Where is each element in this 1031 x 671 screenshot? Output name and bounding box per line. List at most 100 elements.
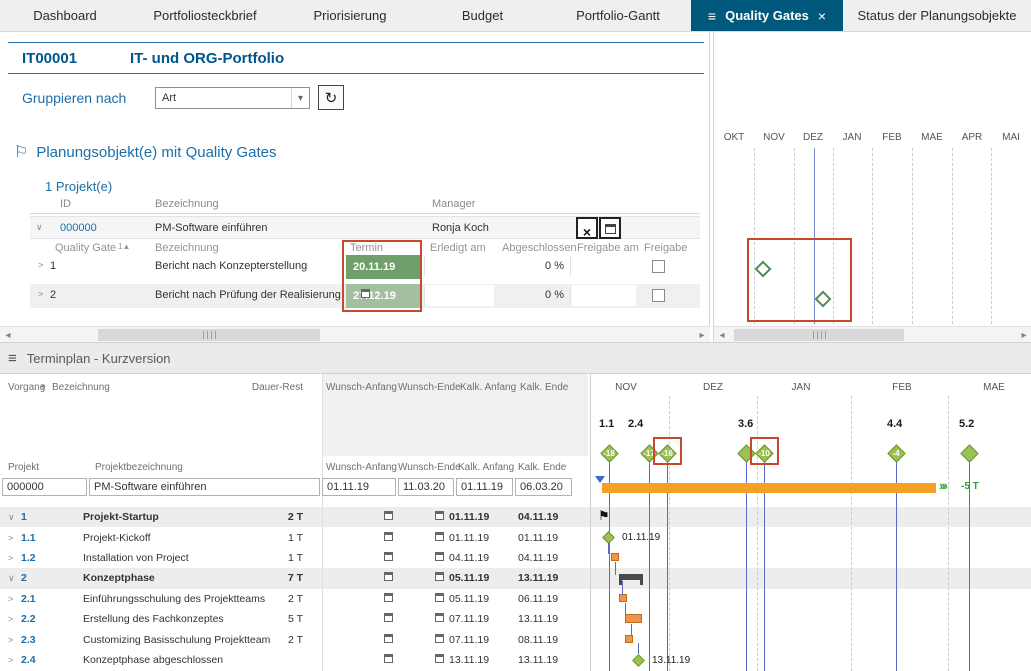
calendar-icon[interactable]: [384, 613, 393, 622]
gate-row[interactable]: > 2 Bericht nach Prüfung der Realisierun…: [30, 284, 700, 308]
milestone-diamond[interactable]: -10: [755, 444, 773, 462]
col-kalk-ende[interactable]: Kalk. Ende: [520, 382, 568, 393]
project-wish-end-cell[interactable]: 11.03.20: [398, 478, 454, 496]
calendar-icon[interactable]: [435, 532, 444, 541]
col-wunsch-ende[interactable]: Wunsch-Ende: [398, 382, 461, 393]
milestone-diamond[interactable]: -16: [658, 444, 676, 462]
calendar-icon[interactable]: [384, 532, 393, 541]
task-bar[interactable]: [625, 635, 633, 643]
calendar-icon[interactable]: [435, 654, 444, 663]
tab-dashboard[interactable]: Dashboard: [0, 0, 130, 31]
expander-closed-icon[interactable]: >: [0, 635, 21, 645]
scrollbar-thumb[interactable]: [98, 329, 320, 341]
scroll-left-icon[interactable]: ◂: [714, 327, 730, 343]
col-bezeichnung[interactable]: Bezeichnung: [52, 382, 110, 393]
expander-closed-icon[interactable]: >: [0, 553, 21, 563]
gate-row[interactable]: > 1 Bericht nach Konzepterstellung 20.11…: [30, 255, 700, 279]
quality-gate-milestone-diamond[interactable]: [754, 260, 771, 277]
milestone-diamond[interactable]: -4: [887, 444, 905, 462]
tab-quality-gates[interactable]: ≡ Quality Gates ×: [691, 0, 843, 31]
expander-closed-icon[interactable]: >: [38, 289, 43, 299]
col-erledigt-am[interactable]: Erledigt am: [430, 242, 486, 254]
project-calc-start-cell[interactable]: 01.11.19: [456, 478, 513, 496]
project-summary-bar[interactable]: [602, 483, 936, 493]
col-gate-bezeichnung[interactable]: Bezeichnung: [155, 242, 219, 254]
tab-status-der-planungsobjekte[interactable]: Status der Planungsobjekte: [843, 0, 1031, 31]
delete-button[interactable]: ×: [576, 217, 598, 239]
scrollbar-thumb[interactable]: [734, 329, 904, 341]
col-freigabe[interactable]: Freigabe: [644, 242, 687, 254]
col-quality-gate[interactable]: Quality Gate: [55, 242, 116, 254]
calendar-icon[interactable]: [384, 572, 393, 581]
milestone-diamond[interactable]: -17: [640, 444, 658, 462]
calendar-icon[interactable]: [384, 593, 393, 602]
col-abgeschlossen[interactable]: Abgeschlossen: [502, 242, 577, 254]
freigabe-checkbox[interactable]: [652, 289, 665, 302]
calendar-button[interactable]: [599, 217, 621, 239]
erledigt-am-cell[interactable]: [424, 285, 494, 306]
milestone-diamond[interactable]: -18: [600, 444, 618, 462]
chevron-down-icon[interactable]: ▾: [291, 88, 309, 108]
calendar-icon[interactable]: [435, 511, 444, 520]
horizontal-scrollbar[interactable]: ◂ ▸: [0, 326, 710, 342]
tab-portfolio-gantt[interactable]: Portfolio-Gantt: [545, 0, 691, 31]
task-row[interactable]: ∨ 1 Projekt-Startup 2 T 01.11.19 04.11.1…: [0, 507, 588, 527]
freigabe-checkbox[interactable]: [652, 260, 665, 273]
calendar-icon[interactable]: [435, 613, 444, 622]
milestone-diamond[interactable]: [737, 444, 755, 462]
task-row[interactable]: > 2.3 Customizing Basisschulung Projektt…: [0, 629, 588, 649]
scroll-right-icon[interactable]: ▸: [694, 327, 710, 343]
calendar-icon[interactable]: [384, 654, 393, 663]
task-row[interactable]: > 1.1 Projekt-Kickoff 1 T 01.11.19 01.11…: [0, 527, 588, 547]
expander-open-icon[interactable]: ∨: [0, 573, 21, 584]
expander-closed-icon[interactable]: >: [0, 533, 21, 543]
task-bar[interactable]: [619, 594, 627, 602]
erledigt-am-cell[interactable]: [424, 256, 494, 277]
hamburger-icon[interactable]: ≡: [708, 8, 716, 24]
scroll-left-icon[interactable]: ◂: [0, 327, 16, 343]
gate-due-date[interactable]: 20.11.19: [346, 255, 420, 279]
hamburger-icon[interactable]: ≡: [8, 350, 17, 367]
horizontal-scrollbar[interactable]: ◂ ▸: [714, 326, 1031, 342]
expander-closed-icon[interactable]: >: [38, 260, 43, 270]
tab-priorisierung[interactable]: Priorisierung: [280, 0, 420, 31]
col-freigabe-am[interactable]: Freigabe am: [577, 242, 639, 254]
tab-budget[interactable]: Budget: [420, 0, 545, 31]
calendar-icon[interactable]: [361, 289, 370, 298]
task-bar[interactable]: [625, 614, 642, 623]
task-row[interactable]: > 1.2 Installation von Project 1 T 04.11…: [0, 548, 588, 568]
task-milestone-diamond[interactable]: [602, 531, 614, 543]
calendar-icon[interactable]: [435, 593, 444, 602]
freigabe-am-cell[interactable]: [570, 285, 636, 306]
flag-icon[interactable]: ⚑: [598, 508, 610, 524]
project-name-cell[interactable]: PM-Software einführen: [89, 478, 320, 496]
freigabe-am-cell[interactable]: [570, 256, 636, 277]
calendar-icon[interactable]: [384, 634, 393, 643]
project-row[interactable]: ∨ 000000 PM-Software einführen Ronja Koc…: [30, 216, 700, 239]
group-by-select[interactable]: Art ▾: [155, 87, 310, 109]
project-calc-end-cell[interactable]: 06.03.20: [515, 478, 572, 496]
scroll-right-icon[interactable]: ▸: [1016, 327, 1031, 343]
gate-due-date[interactable]: 27.12.19: [346, 284, 420, 308]
task-row[interactable]: ∨ 2 Konzeptphase 7 T 05.11.19 13.11.19: [0, 568, 588, 588]
sort-asc-icon[interactable]: 1▲: [118, 242, 130, 251]
expander-closed-icon[interactable]: >: [0, 594, 21, 604]
col-dauer-rest[interactable]: Dauer-Rest: [245, 382, 303, 393]
task-row[interactable]: > 2.2 Erstellung des Fachkonzeptes 5 T 0…: [0, 609, 588, 629]
milestone-diamond[interactable]: [960, 444, 978, 462]
project-id-cell[interactable]: 000000: [2, 478, 87, 496]
expander-open-icon[interactable]: ∨: [0, 512, 21, 523]
calendar-icon[interactable]: [384, 511, 393, 520]
summary-bar[interactable]: [619, 574, 643, 580]
calendar-icon[interactable]: [384, 552, 393, 561]
tab-portfoliosteckbrief[interactable]: Portfoliosteckbrief: [130, 0, 280, 31]
expander-open-icon[interactable]: ∨: [36, 222, 43, 233]
col-termin[interactable]: Termin: [350, 242, 383, 254]
project-id-link[interactable]: 000000: [60, 222, 97, 234]
col-wunsch-anfang[interactable]: Wunsch-Anfang: [326, 382, 397, 393]
col-kalk-anfang[interactable]: Kalk. Anfang: [460, 382, 516, 393]
expander-closed-icon[interactable]: >: [0, 655, 21, 665]
plus-icon[interactable]: +: [40, 382, 46, 393]
quality-gate-milestone-diamond[interactable]: [814, 290, 831, 307]
calendar-icon[interactable]: [435, 552, 444, 561]
